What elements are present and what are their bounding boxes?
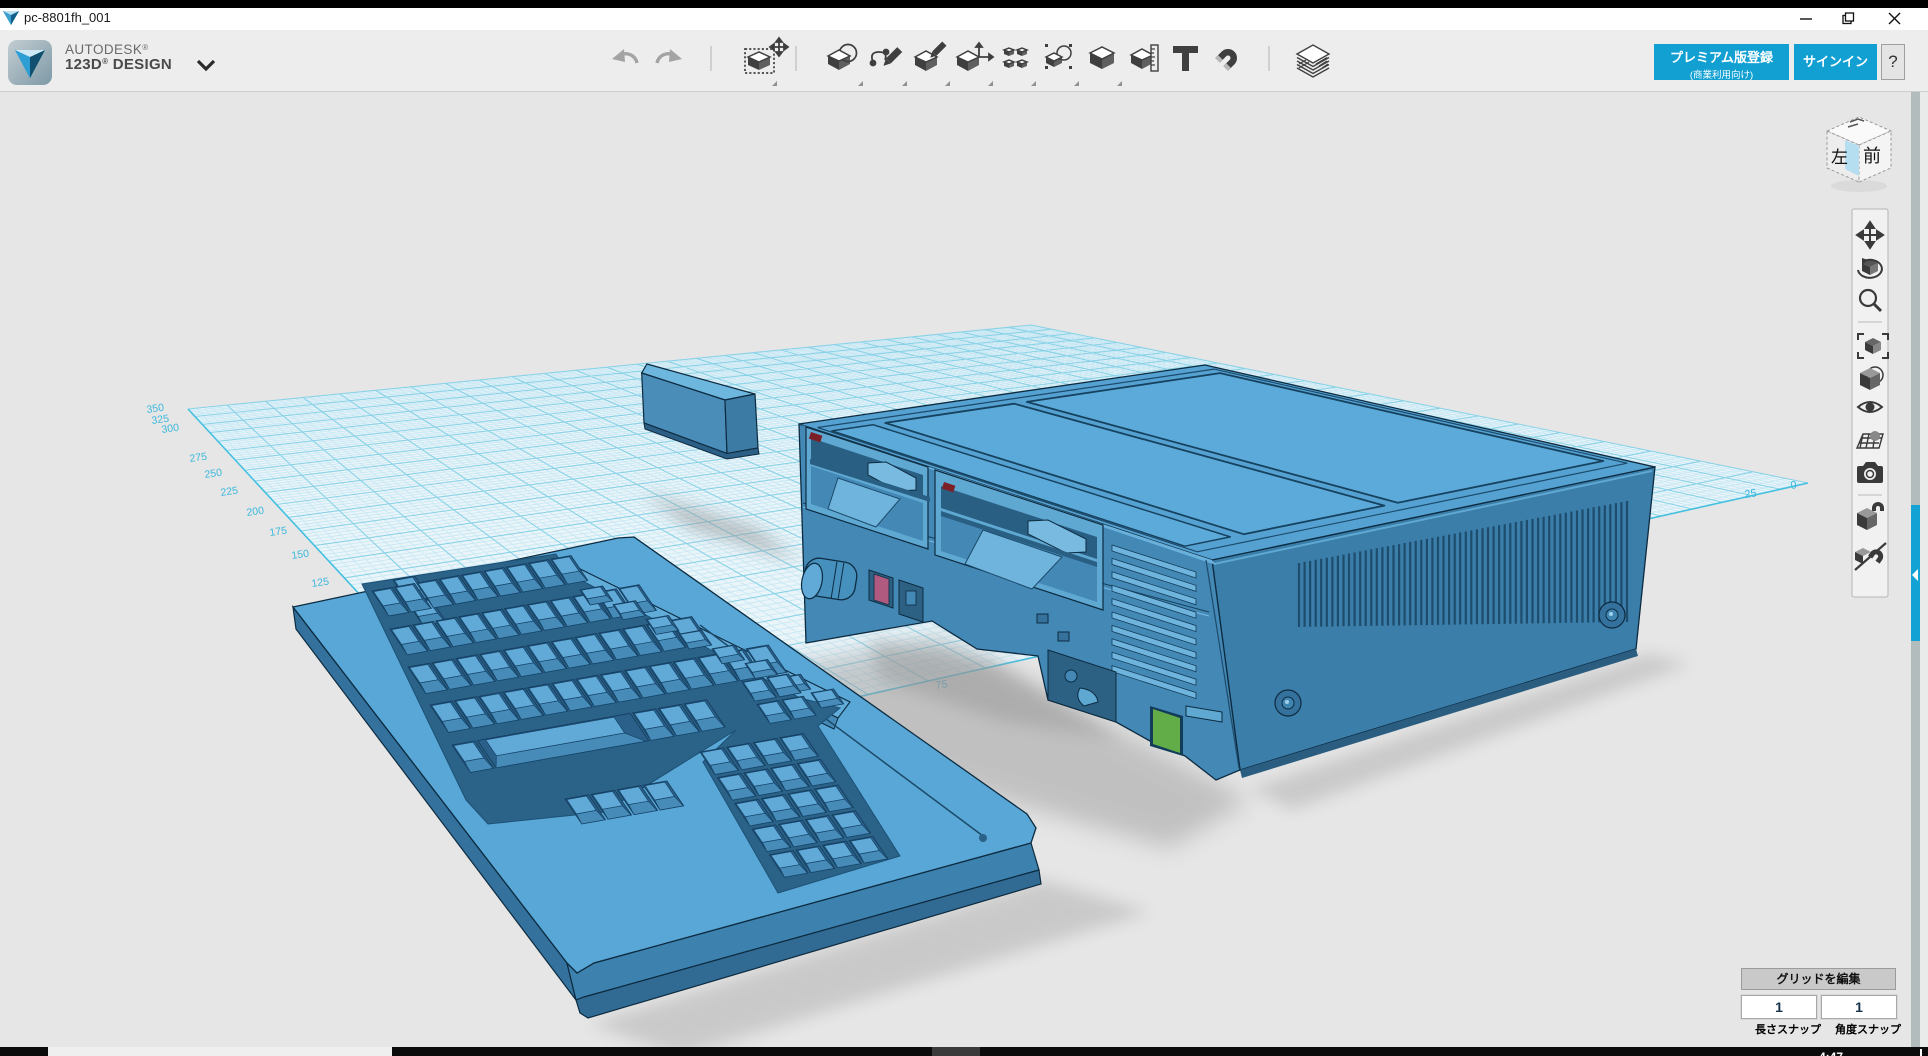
svg-text:250: 250 [204,467,223,481]
svg-text:左: 左 [1831,148,1848,167]
svg-text:前: 前 [1863,146,1881,166]
svg-text:150: 150 [291,548,310,562]
svg-text:300: 300 [161,422,180,436]
svg-text:125: 125 [311,576,330,590]
svg-text:25: 25 [1744,487,1758,501]
svg-text:175: 175 [269,525,288,539]
svg-text:225: 225 [220,485,239,499]
svg-text:275: 275 [189,451,208,465]
svg-text:200: 200 [246,505,265,519]
